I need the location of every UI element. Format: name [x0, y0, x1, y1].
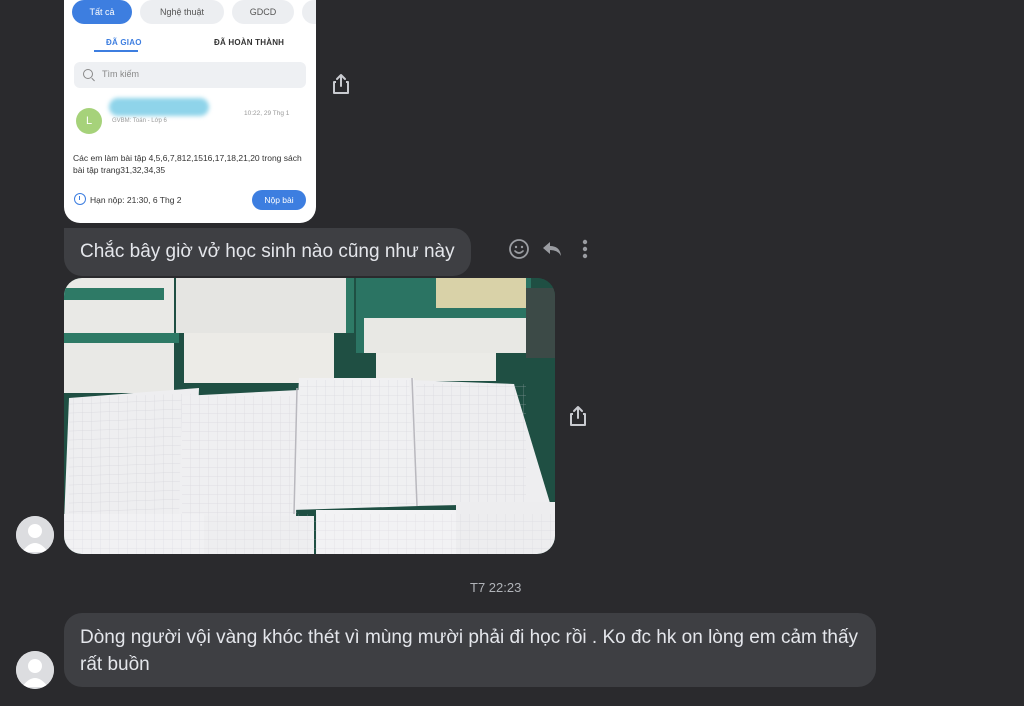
search-icon	[83, 69, 93, 79]
assignment-text: Các em làm bài tập 4,5,6,7,812,1516,17,1…	[73, 153, 302, 175]
shared-screenshot-image[interactable]: Tất cả Nghệ thuật GDCD ĐÃ GIAO ĐÃ HOÀN T…	[64, 0, 316, 223]
notebooks-photo[interactable]	[64, 278, 555, 554]
message-bubble[interactable]: Chắc bây giờ vở học sinh nào cũng như nà…	[64, 228, 471, 276]
share-icon[interactable]	[568, 405, 588, 427]
search-placeholder: Tìm kiếm	[102, 69, 139, 79]
submit-button: Nộp bài	[252, 190, 306, 210]
tab-underline	[94, 50, 138, 52]
sender-avatar[interactable]	[16, 516, 54, 554]
search-box: Tìm kiếm	[74, 62, 306, 88]
chip-all: Tất cả	[72, 0, 132, 24]
message-timestamp: T7 22:23	[470, 580, 522, 595]
teacher-avatar: L	[76, 108, 102, 134]
blurred-teacher-name	[109, 98, 209, 116]
tab-assigned: ĐÃ GIAO	[106, 38, 142, 47]
emoji-icon[interactable]	[508, 238, 530, 260]
share-icon[interactable]	[331, 73, 351, 95]
clock-icon	[74, 193, 86, 205]
post-time: 10:22, 29 Thg 1	[244, 110, 290, 117]
default-avatar-icon	[16, 516, 54, 554]
chip-gdcd: GDCD	[232, 0, 294, 24]
reply-icon[interactable]	[540, 238, 564, 260]
message-text: Chắc bây giờ vở học sinh nào cũng như nà…	[80, 241, 455, 262]
more-icon[interactable]	[581, 238, 589, 260]
chip-more	[302, 0, 316, 24]
message-bubble[interactable]: Dòng người vội vàng khóc thét vì mùng mư…	[64, 613, 876, 687]
deadline-text: Hạn nộp: 21:30, 6 Thg 2	[90, 195, 182, 205]
message-text: Dòng người vội vàng khóc thét vì mùng mư…	[80, 627, 859, 675]
tab-completed: ĐÃ HOÀN THÀNH	[214, 38, 285, 47]
chip-art: Nghệ thuật	[140, 0, 224, 24]
teacher-meta: GVBM: Toán - Lớp 6	[112, 118, 167, 124]
sender-avatar[interactable]	[16, 651, 54, 689]
default-avatar-icon	[16, 651, 54, 689]
notebooks-illustration	[64, 278, 555, 554]
